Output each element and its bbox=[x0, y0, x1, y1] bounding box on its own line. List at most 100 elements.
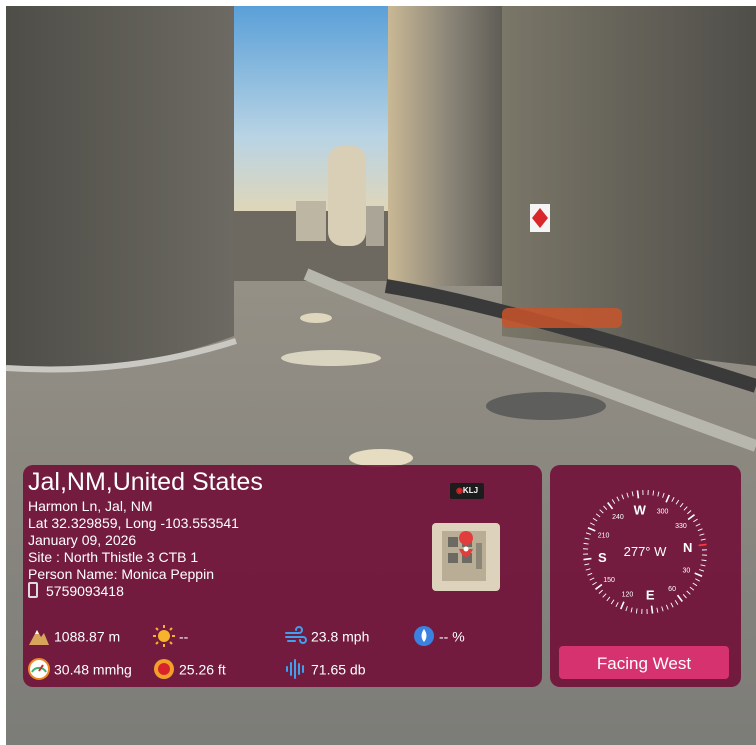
compass-tick bbox=[661, 606, 664, 612]
compass-tick bbox=[590, 522, 595, 526]
compass-tick bbox=[583, 557, 592, 561]
compass-tick bbox=[695, 523, 701, 527]
compass-tick bbox=[603, 505, 608, 510]
compass-degree-label: 120 bbox=[622, 591, 634, 598]
weather-value: -- bbox=[179, 628, 189, 645]
compass-tick bbox=[592, 517, 598, 522]
compass-tick bbox=[695, 578, 700, 582]
phone-row: 5759093418 bbox=[28, 582, 124, 601]
compass-tick bbox=[587, 527, 596, 532]
compass-tick bbox=[676, 594, 683, 602]
compass-tick bbox=[656, 607, 659, 613]
compass-tick bbox=[699, 569, 705, 572]
location-info-panel: Jal,NM,United States Harmon Ln, Jal, NM … bbox=[23, 465, 542, 687]
compass-tick bbox=[665, 604, 669, 610]
compass-tick bbox=[607, 502, 614, 510]
humidity-metric: -- % bbox=[413, 625, 465, 647]
site-line: Site : North Thistle 3 CTB 1 bbox=[28, 549, 199, 565]
gauge-icon bbox=[28, 658, 50, 681]
compass-tick bbox=[665, 494, 670, 503]
compass-tick bbox=[670, 602, 674, 608]
compass-tick bbox=[631, 491, 634, 497]
compass-tick bbox=[679, 502, 684, 508]
compass-tick bbox=[687, 510, 692, 515]
wind-metric: 23.8 mph bbox=[285, 625, 369, 647]
person-line: Person Name: Monica Peppin bbox=[28, 566, 214, 582]
compass-tick bbox=[652, 490, 655, 496]
address-line: Harmon Ln, Jal, NM bbox=[28, 498, 153, 514]
compass-tick bbox=[606, 596, 611, 602]
compass-tick bbox=[615, 602, 619, 607]
compass-tick bbox=[662, 492, 665, 498]
compass-tick bbox=[611, 499, 616, 504]
compass-tick bbox=[636, 490, 640, 499]
compass-tick bbox=[621, 494, 625, 500]
compass-dial: N E S W 30 60 120 150 210 240 300 330 277° W bbox=[583, 490, 707, 614]
compass-tick bbox=[584, 563, 590, 566]
compass-cardinal-n: N bbox=[683, 540, 692, 555]
compass-tick bbox=[630, 607, 633, 613]
compass-degree-label: 150 bbox=[603, 577, 615, 584]
coordinates-line: Lat 32.329859, Long -103.553541 bbox=[28, 515, 239, 531]
location-title: Jal,NM,United States bbox=[28, 468, 263, 496]
compass-tick bbox=[592, 581, 597, 586]
map-thumbnail[interactable] bbox=[432, 523, 500, 591]
compass-tick bbox=[686, 590, 691, 595]
mountain-icon bbox=[28, 625, 50, 647]
compass-degree-label: 210 bbox=[598, 532, 610, 539]
compass-tick bbox=[625, 606, 628, 612]
pressure-metric: 30.48 mmhg bbox=[28, 658, 132, 681]
compass-tick bbox=[683, 506, 688, 511]
decibel-metric: 71.65 db bbox=[285, 658, 366, 680]
compass-tick bbox=[693, 518, 698, 523]
compass-tick bbox=[697, 528, 703, 532]
compass-tick bbox=[587, 572, 593, 576]
compass-tick bbox=[626, 492, 629, 498]
phone-icon bbox=[28, 582, 38, 599]
date-line: January 09, 2026 bbox=[28, 532, 137, 548]
compass-heading: 277° W bbox=[624, 544, 668, 559]
facing-direction-button[interactable]: Facing West bbox=[559, 646, 729, 679]
compass-tick bbox=[674, 600, 679, 605]
wind-value: 23.8 mph bbox=[311, 628, 370, 645]
compass-tick bbox=[692, 582, 698, 587]
weather-metric: -- bbox=[153, 625, 189, 648]
sound-wave-icon bbox=[285, 658, 307, 680]
compass-tick bbox=[689, 586, 695, 591]
compass-cardinal-e: E bbox=[646, 588, 655, 603]
wind-icon bbox=[285, 625, 307, 647]
compass-cardinal-s: S bbox=[598, 550, 607, 565]
compass-tick bbox=[657, 491, 660, 497]
sound-level-value: 25.26 ft bbox=[179, 661, 226, 678]
record-icon bbox=[153, 658, 175, 680]
compass-tick bbox=[585, 568, 591, 571]
compass-tick bbox=[701, 559, 707, 562]
compass-tick bbox=[598, 589, 603, 594]
compass-degree-label: 330 bbox=[675, 523, 687, 530]
compass-tick bbox=[610, 599, 615, 605]
compass-tick bbox=[584, 537, 590, 540]
compass-tick bbox=[620, 601, 625, 610]
compass-degree-label: 300 bbox=[657, 509, 669, 516]
humidity-icon bbox=[413, 625, 435, 647]
compass-tick bbox=[700, 538, 706, 541]
compass-tick bbox=[635, 608, 638, 614]
compass-tick bbox=[675, 499, 680, 505]
compass-tick bbox=[699, 533, 705, 536]
pressure-value: 30.48 mmhg bbox=[54, 661, 132, 678]
compass-tick bbox=[595, 583, 603, 590]
humidity-value: -- % bbox=[439, 628, 465, 645]
compass-degree-label: 240 bbox=[612, 514, 624, 521]
altitude-metric: 1088.87 m bbox=[28, 625, 120, 647]
compass-cardinal-w: W bbox=[634, 502, 647, 517]
compass-tick bbox=[583, 542, 589, 545]
sun-icon bbox=[153, 625, 175, 648]
compass-tick bbox=[585, 532, 591, 535]
altitude-value: 1088.87 m bbox=[54, 628, 121, 645]
compass-tick bbox=[589, 577, 595, 581]
compass-tick bbox=[595, 513, 601, 518]
compass-tick bbox=[687, 514, 695, 521]
compass-degree-label: 30 bbox=[683, 568, 691, 575]
compass-tick bbox=[599, 509, 604, 514]
decibel-value: 71.65 db bbox=[311, 661, 366, 678]
